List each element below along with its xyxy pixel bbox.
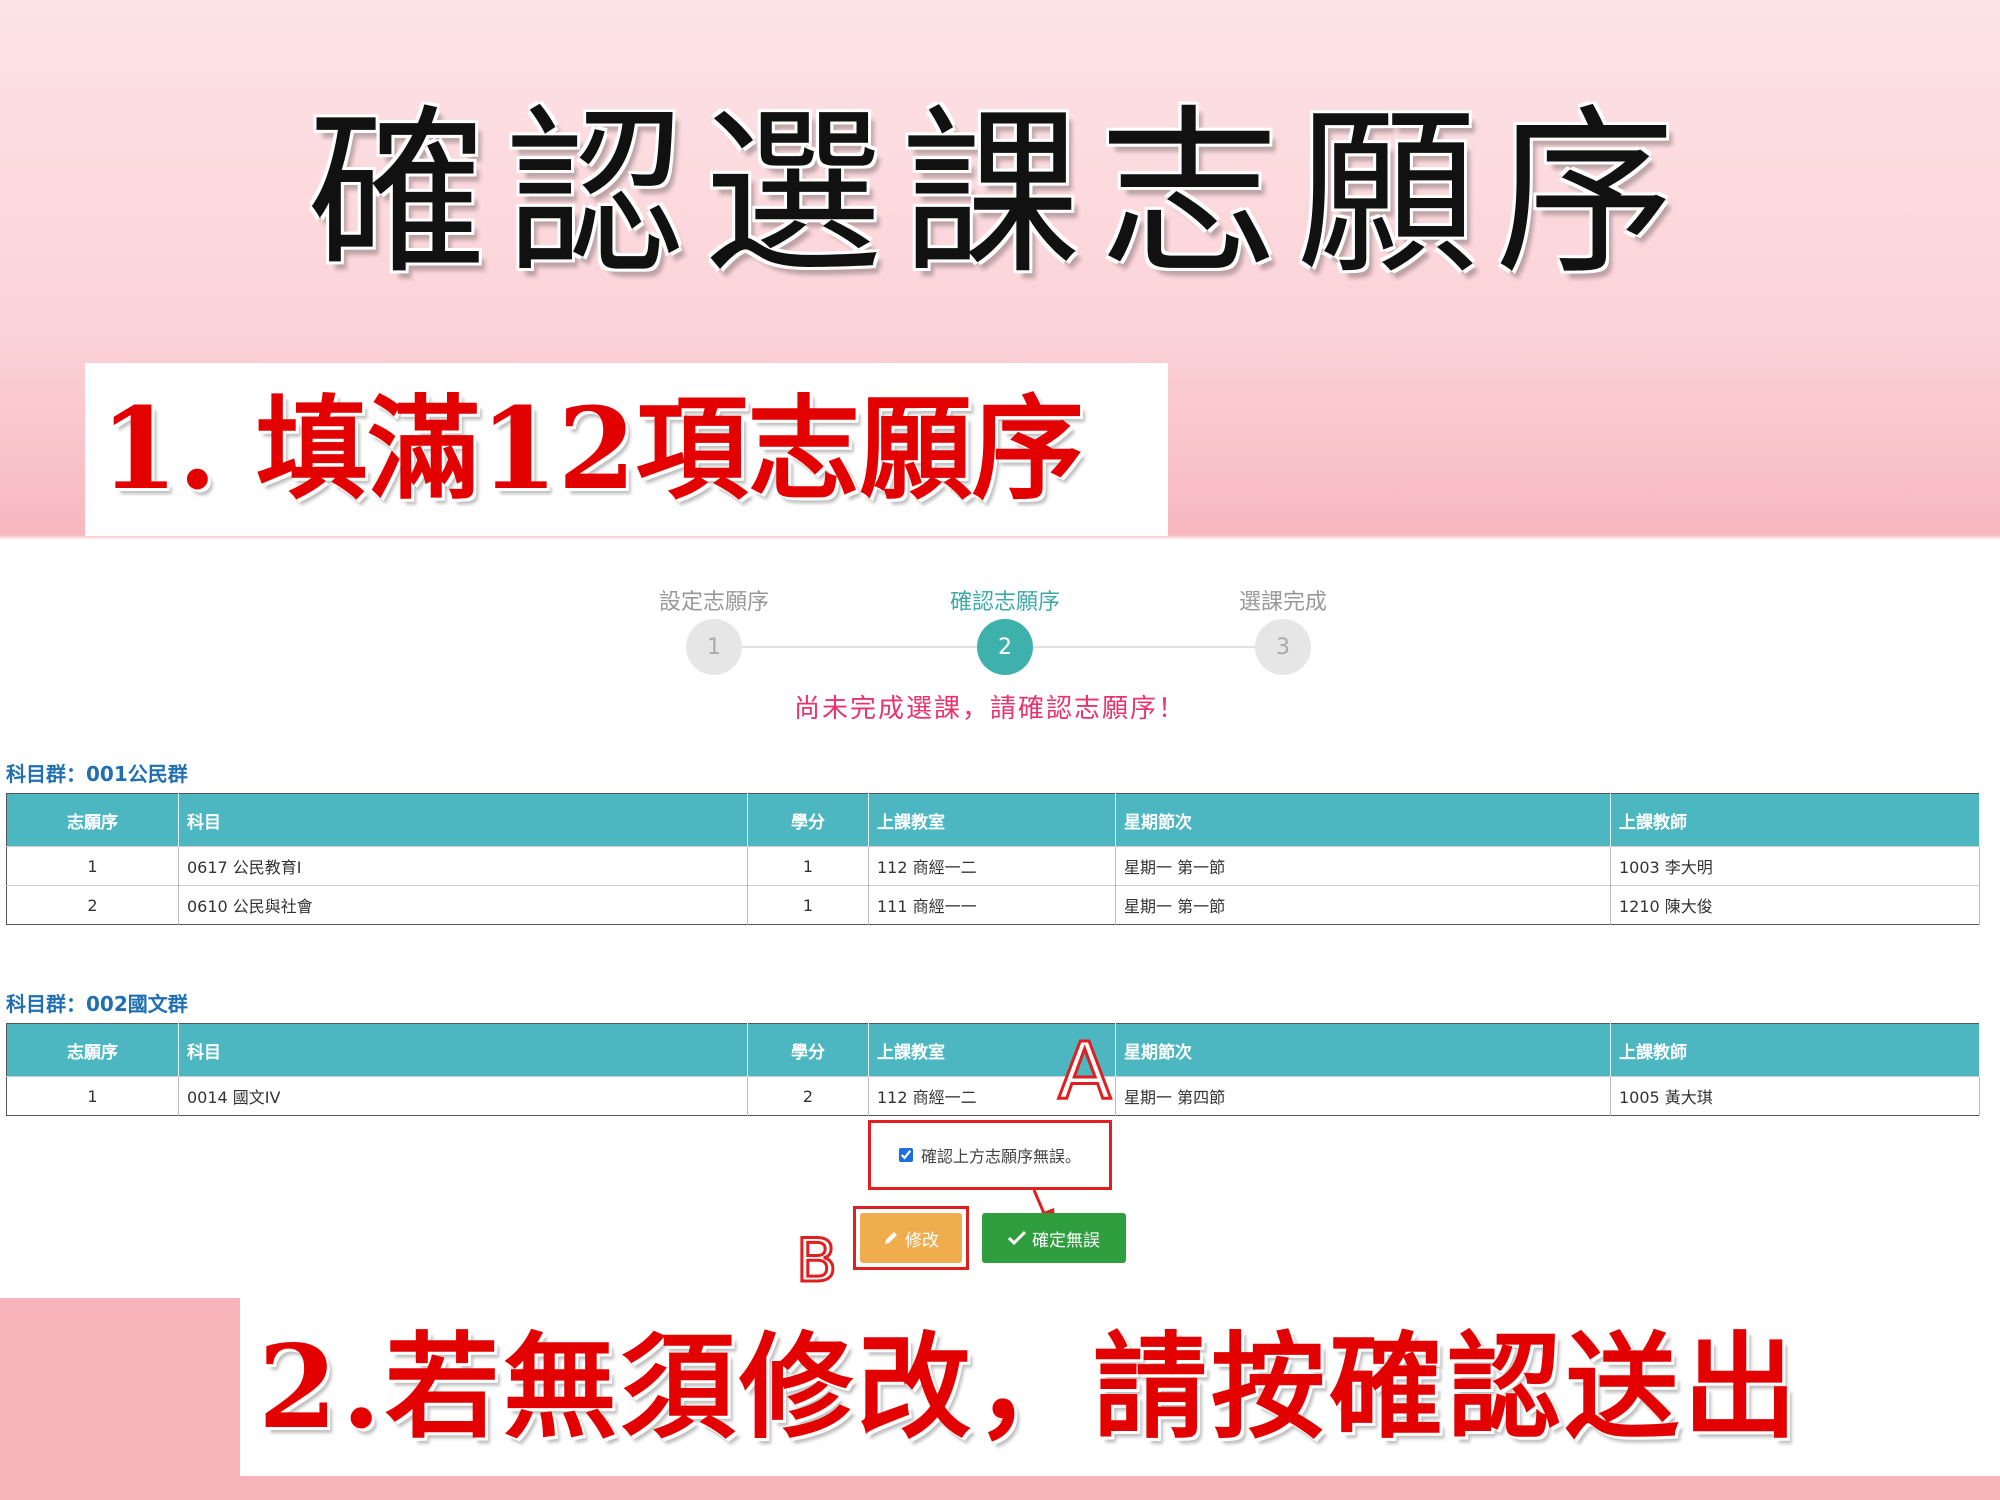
table-cell: 2 <box>6 885 179 925</box>
table-row: 1 0617 公民教育Ⅰ 1 112 商經一二 星期一 第一節 1003 李大明 <box>6 846 1980 886</box>
table-cell: 112 商經一二 <box>868 846 1116 886</box>
table-header-row: 志願序 科目 學分 上課教室 星期節次 上課教師 <box>6 793 1980 847</box>
step-2-circle: 2 <box>977 619 1033 675</box>
table-cell: 0617 公民教育Ⅰ <box>178 846 748 886</box>
confirm-checkbox-label[interactable]: 確認上方志願序無誤。 <box>921 1143 1081 1167</box>
pencil-icon <box>885 1232 897 1244</box>
column-header: 學分 <box>747 1023 869 1077</box>
column-header: 上課教師 <box>1610 793 1980 847</box>
column-header: 志願序 <box>6 1023 179 1077</box>
column-header: 志願序 <box>6 793 179 847</box>
course-table-group-1: 志願序 科目 學分 上課教室 星期節次 上課教師 1 0617 公民教育Ⅰ 1 … <box>6 793 1980 925</box>
annotation-marker-a: A <box>1056 1027 1112 1117</box>
table-cell: 星期一 第一節 <box>1115 846 1611 886</box>
step-3-circle: 3 <box>1255 619 1311 675</box>
table-cell: 1 <box>747 885 869 925</box>
column-header: 上課教室 <box>868 793 1116 847</box>
table-row: 2 0610 公民與社會 1 111 商經一一 星期一 第一節 1210 陳大俊 <box>6 885 1980 925</box>
group-label: 科目群：001公民群 <box>6 762 188 786</box>
confirm-checkbox-area[interactable]: 確認上方志願序無誤。 <box>868 1120 1112 1190</box>
table-cell: 1 <box>6 846 179 886</box>
table-cell: 111 商經一一 <box>868 885 1116 925</box>
step-1-circle: 1 <box>686 619 742 675</box>
table-cell: 1 <box>6 1076 179 1116</box>
check-icon <box>1008 1230 1026 1246</box>
caption-1: 1. 填滿12項志願序 <box>100 384 1084 515</box>
course-table-group-2: 志願序 科目 學分 上課教室 星期節次 上課教師 1 0014 國文IV 2 1… <box>6 1023 1980 1116</box>
table-cell: 2 <box>747 1076 869 1116</box>
edit-button-label: 修改 <box>905 1230 939 1251</box>
table-cell: 1 <box>747 846 869 886</box>
table-cell: 1003 李大明 <box>1610 846 1980 886</box>
column-header: 科目 <box>178 793 748 847</box>
column-header: 上課教師 <box>1610 1023 1980 1077</box>
confirm-button[interactable]: 確定無誤 <box>982 1213 1126 1263</box>
step-2-label: 確認志願序 <box>949 590 1060 615</box>
group-label: 科目群：002國文群 <box>6 992 188 1016</box>
column-header: 學分 <box>747 793 869 847</box>
table-cell: 0014 國文IV <box>178 1076 748 1116</box>
caption-2: 2.若無須修改，請按確認送出 <box>258 1320 1802 1454</box>
column-header: 科目 <box>178 1023 748 1077</box>
table-cell: 星期一 第一節 <box>1115 885 1611 925</box>
table-cell: 1210 陳大俊 <box>1610 885 1980 925</box>
table-cell: 星期一 第四節 <box>1115 1076 1611 1116</box>
table-header-row: 志願序 科目 學分 上課教室 星期節次 上課教師 <box>6 1023 1980 1077</box>
step-1-label: 設定志願序 <box>658 590 769 615</box>
table-cell: 0610 公民與社會 <box>178 885 748 925</box>
table-cell: 1005 黃大琪 <box>1610 1076 1980 1116</box>
slide-title: 確認選課志願序 <box>306 90 1693 299</box>
step-3-label: 選課完成 <box>1238 590 1327 615</box>
column-header: 星期節次 <box>1115 793 1611 847</box>
column-header: 星期節次 <box>1115 1023 1611 1077</box>
confirm-checkbox[interactable] <box>898 1148 913 1162</box>
annotation-marker-b: B <box>794 1226 838 1296</box>
warning-message: 尚未完成選課，請確認志願序！ <box>793 694 1186 724</box>
table-row: 1 0014 國文IV 2 112 商經一二 星期一 第四節 1005 黃大琪 <box>6 1076 1980 1116</box>
confirm-button-label: 確定無誤 <box>1032 1230 1100 1251</box>
edit-button[interactable]: 修改 <box>860 1213 962 1263</box>
